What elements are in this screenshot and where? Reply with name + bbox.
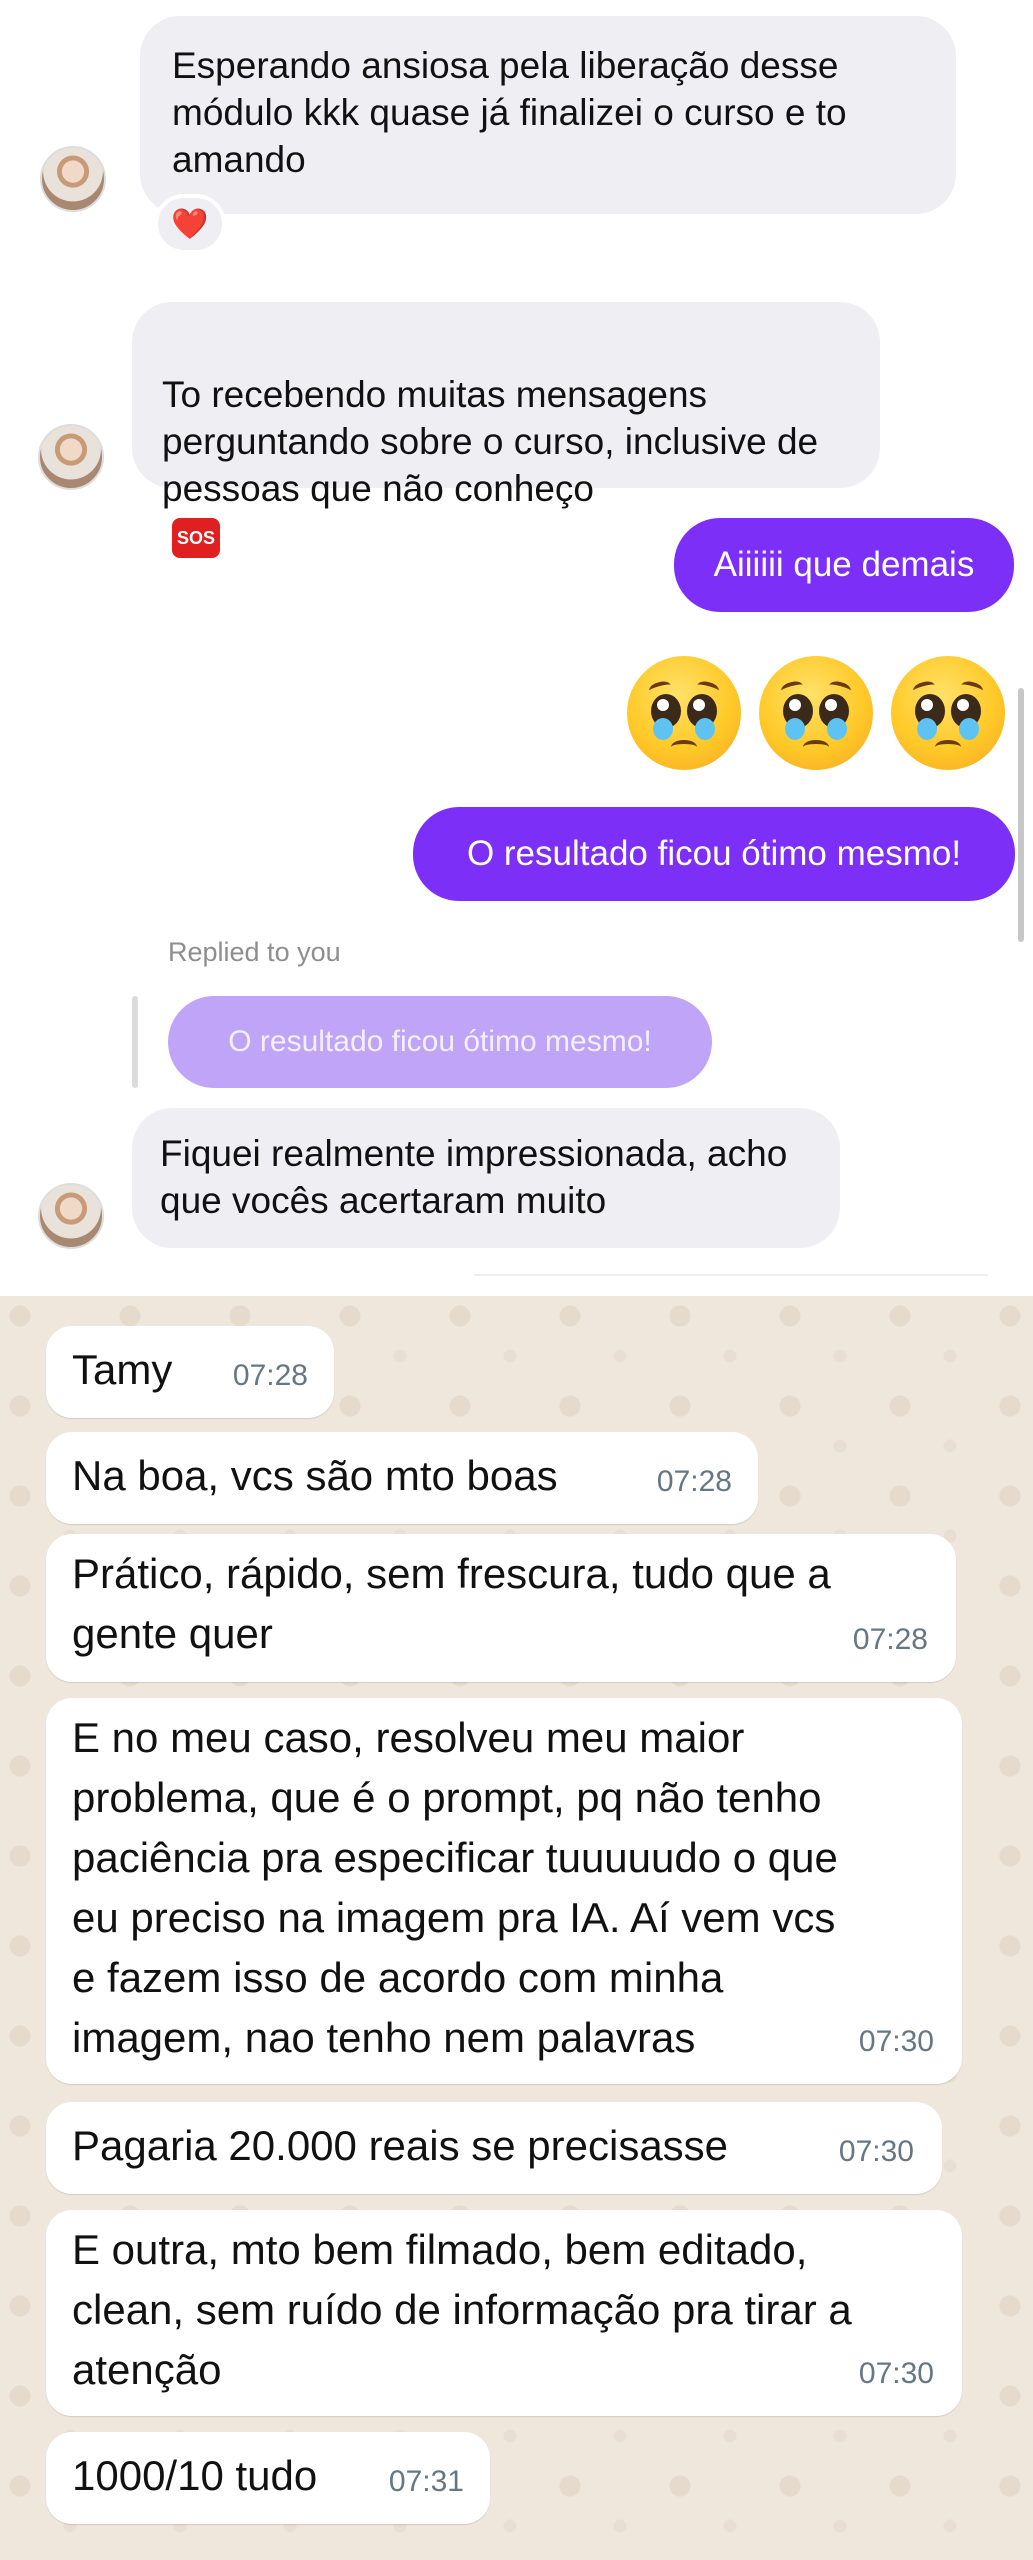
received-message[interactable]: To recebendo muitas mensagens perguntand… bbox=[132, 302, 880, 559]
scrollbar[interactable] bbox=[1018, 688, 1024, 942]
message-bubble[interactable]: Tamy 07:28 bbox=[46, 1326, 334, 1418]
instagram-chat: Esperando ansiosa pela liberação desse m… bbox=[0, 0, 1033, 1296]
message-text: O resultado ficou ótimo mesmo! bbox=[228, 1025, 652, 1058]
message-text: Na boa, vcs são mto boas bbox=[72, 1452, 558, 1499]
whatsapp-chat: Tamy 07:28 Na boa, vcs são mto boas 07:2… bbox=[0, 1296, 1033, 2560]
message-text: To recebendo muitas mensagens perguntand… bbox=[162, 374, 819, 509]
sos-icon: SOS bbox=[172, 518, 220, 559]
message-text: Tamy bbox=[72, 1346, 173, 1393]
message-bubble[interactable]: 1000/10 tudo 07:31 bbox=[46, 2432, 490, 2524]
message-bubble[interactable]: E no meu caso, resolveu meu maior proble… bbox=[46, 1698, 962, 2084]
message-time: 07:30 bbox=[858, 2025, 934, 2058]
pleading-face-icon bbox=[759, 656, 873, 770]
received-message[interactable]: Esperando ansiosa pela liberação desse m… bbox=[140, 16, 956, 214]
message-text: Prático, rápido, sem frescura, tudo que … bbox=[72, 1550, 831, 1657]
quoted-message[interactable]: O resultado ficou ótimo mesmo! bbox=[168, 996, 712, 1088]
message-bubble[interactable]: Na boa, vcs são mto boas 07:28 bbox=[46, 1432, 758, 1524]
reply-label: Replied to you bbox=[168, 937, 341, 967]
divider bbox=[474, 1274, 988, 1276]
message-text: E outra, mto bem filmado, bem editado, c… bbox=[72, 2226, 852, 2393]
message-time: 07:28 bbox=[232, 1359, 308, 1392]
message-text: E no meu caso, resolveu meu maior proble… bbox=[72, 1714, 838, 2061]
avatar[interactable] bbox=[40, 146, 106, 212]
message-text: 1000/10 tudo bbox=[72, 2452, 318, 2499]
avatar[interactable] bbox=[38, 424, 104, 490]
message-time: 07:28 bbox=[656, 1465, 732, 1498]
message-text: Aiiiiii que demais bbox=[713, 545, 975, 584]
message-time: 07:28 bbox=[852, 1623, 928, 1656]
avatar[interactable] bbox=[38, 1183, 104, 1249]
reply-bar bbox=[132, 996, 138, 1088]
received-message[interactable]: Fiquei realmente impressionada, acho que… bbox=[132, 1108, 840, 1248]
message-time: 07:30 bbox=[858, 2357, 934, 2390]
message-bubble[interactable]: Pagaria 20.000 reais se precisasse 07:30 bbox=[46, 2102, 942, 2194]
reaction-badge[interactable]: ❤️ bbox=[154, 194, 226, 254]
sent-message[interactable]: O resultado ficou ótimo mesmo! bbox=[413, 807, 1015, 901]
message-time: 07:31 bbox=[388, 2465, 464, 2498]
message-bubble[interactable]: Prático, rápido, sem frescura, tudo que … bbox=[46, 1534, 956, 1682]
heart-icon: ❤️ bbox=[171, 207, 209, 241]
pleading-face-icon bbox=[627, 656, 741, 770]
message-text: Pagaria 20.000 reais se precisasse bbox=[72, 2122, 729, 2169]
message-text: O resultado ficou ótimo mesmo! bbox=[466, 834, 962, 873]
message-bubble[interactable]: E outra, mto bem filmado, bem editado, c… bbox=[46, 2210, 962, 2416]
message-time: 07:30 bbox=[838, 2135, 914, 2168]
pleading-face-icon bbox=[891, 656, 1005, 770]
sent-message[interactable]: Aiiiiii que demais bbox=[674, 518, 1014, 612]
